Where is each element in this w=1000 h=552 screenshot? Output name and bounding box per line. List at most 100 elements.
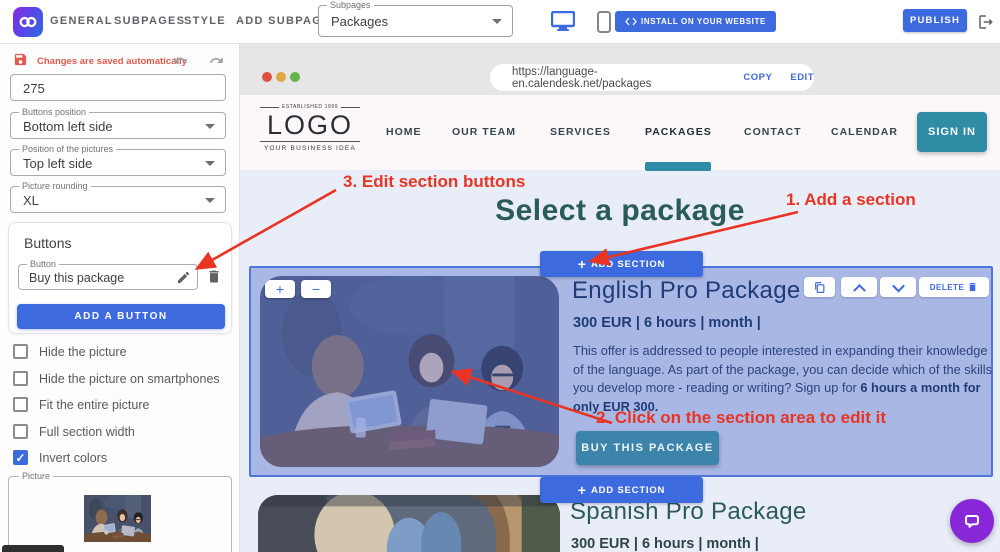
menu-style[interactable]: STYLE [184, 15, 226, 27]
undo-icon[interactable] [172, 53, 189, 73]
address-bar: https://language-en.calendesk.net/packag… [490, 64, 814, 91]
edit-url-button[interactable]: EDIT [790, 72, 814, 83]
section-settings-panel: Changes are saved automatically 275 Butt… [0, 44, 240, 552]
page-title: Select a package [495, 194, 745, 227]
sign-in-button[interactable]: SIGN IN [917, 112, 987, 152]
section-picture[interactable] [258, 495, 560, 552]
subpages-dropdown-label: Subpages [327, 0, 374, 10]
picture-fieldset-label: Picture [19, 471, 54, 481]
plus-icon: + [577, 256, 586, 272]
move-section-up-button[interactable] [841, 277, 877, 297]
website-canvas: ESTABLISHED 1999 LOGO YOUR BUSINESS IDEA… [240, 95, 1000, 552]
install-label: INSTALL ON YOUR WEBSITE [641, 17, 766, 26]
subpages-dropdown-value: Packages [331, 14, 389, 29]
site-nav-home[interactable]: HOME [386, 126, 422, 138]
picture-fieldset: Picture [8, 471, 232, 552]
buttons-position-label: Buttons position [19, 107, 90, 117]
add-section-button-top[interactable]: + ADD SECTION [540, 251, 703, 277]
publish-button[interactable]: PUBLISH [903, 9, 967, 32]
chevron-down-icon [205, 198, 215, 203]
menu-add-subpage[interactable]: ADD SUBPAGE [236, 15, 331, 27]
section-spanish-pro-package[interactable]: Spanish Pro Package 300 EUR | 6 hours | … [240, 495, 1000, 552]
section-title: English Pro Package [572, 277, 801, 304]
checkbox-icon[interactable] [13, 424, 28, 439]
menu-subpages[interactable]: SUBPAGES [114, 15, 185, 27]
site-nav-our-team[interactable]: OUR TEAM [452, 126, 516, 138]
install-on-website-button[interactable]: INSTALL ON YOUR WEBSITE [615, 11, 776, 32]
tooltip-fragment [2, 545, 64, 552]
autosave-label: Changes are saved automatically [37, 56, 187, 67]
sitting-people-photo [258, 495, 560, 552]
chevron-down-icon [492, 19, 502, 24]
chevron-up-icon [852, 283, 866, 297]
live-chat-button[interactable] [950, 499, 994, 543]
buttons-position-value: Bottom left side [23, 119, 113, 134]
exit-icon [979, 15, 993, 29]
redo-icon[interactable] [208, 53, 225, 73]
site-nav-contact[interactable]: CONTACT [744, 126, 802, 138]
move-section-down-button[interactable] [880, 277, 916, 297]
buy-this-package-button[interactable]: BUY THIS PACKAGE [576, 431, 719, 465]
delete-button-trash-icon[interactable] [206, 268, 222, 290]
picture-rounding-label: Picture rounding [19, 181, 91, 191]
site-preview-frame: https://language-en.calendesk.net/packag… [240, 44, 1000, 552]
autosave-status: Changes are saved automatically [0, 52, 240, 70]
site-nav-packages[interactable]: PACKAGES [645, 126, 712, 138]
pictures-position-label: Position of the pictures [19, 144, 117, 154]
menu-general[interactable]: GENERAL [50, 15, 113, 27]
meeting-photo [260, 276, 559, 467]
add-section-label: ADD SECTION [590, 484, 666, 496]
button-name-field[interactable]: Button Buy this package [18, 259, 198, 290]
add-section-label: ADD SECTION [590, 258, 666, 270]
active-nav-indicator [645, 162, 711, 171]
checkbox-label: Fit the entire picture [39, 398, 150, 412]
chat-bubble-icon [965, 514, 979, 528]
edit-pencil-icon[interactable] [176, 270, 191, 290]
site-nav-services[interactable]: SERVICES [550, 126, 611, 138]
section-height-input[interactable]: 275 [10, 74, 226, 101]
site-nav-calendar[interactable]: CALENDAR [831, 126, 898, 138]
picture-zoom-in-button[interactable]: + [265, 280, 295, 298]
button-field-value: Buy this package [29, 271, 125, 285]
checkbox-icon[interactable] [13, 371, 28, 386]
smartphone-icon [597, 11, 611, 33]
site-logo[interactable]: ESTABLISHED 1999 LOGO YOUR BUSINESS IDEA [260, 104, 360, 152]
picture-rounding-select[interactable]: Picture rounding XL [10, 181, 226, 213]
logout-button[interactable] [977, 13, 995, 36]
checkbox-label: Invert colors [39, 451, 108, 465]
picture-thumbnail[interactable] [84, 495, 151, 542]
picture-zoom-out-button[interactable]: − [301, 280, 331, 298]
button-field-label: Button [27, 259, 60, 269]
mobile-view-button[interactable] [597, 11, 611, 38]
save-icon [13, 52, 28, 72]
builder-toolbar: GENERAL SUBPAGES STYLE ADD SUBPAGE Subpa… [0, 0, 1000, 44]
buttons-card: Buttons Button Buy this package ADD A BU… [8, 222, 232, 334]
buttons-position-select[interactable]: Buttons position Bottom left side [10, 107, 226, 139]
copy-url-button[interactable]: COPY [743, 72, 772, 83]
delete-label: DELETE [929, 282, 965, 292]
checkbox-label: Full section width [39, 425, 135, 439]
add-a-button-button[interactable]: ADD A BUTTON [17, 304, 225, 329]
checkbox-icon[interactable] [13, 397, 28, 412]
subpages-dropdown[interactable]: Subpages Packages [318, 0, 513, 37]
browser-close-dot-icon [262, 72, 272, 82]
section-picture[interactable]: + − [260, 276, 559, 467]
section-pricing: 300 EUR | 6 hours | month | [571, 536, 759, 552]
calendesk-logo[interactable] [13, 7, 43, 37]
chevron-down-icon [891, 279, 905, 292]
site-header: ESTABLISHED 1999 LOGO YOUR BUSINESS IDEA… [240, 95, 1000, 171]
delete-section-button[interactable]: DELETE [919, 277, 989, 297]
checkbox-label: Hide the picture [39, 345, 127, 359]
duplicate-section-button[interactable] [804, 277, 835, 297]
monitor-icon [550, 10, 576, 31]
pictures-position-select[interactable]: Position of the pictures Top left side [10, 144, 226, 176]
checkbox-checked-icon[interactable]: ✓ [13, 450, 28, 465]
browser-maximize-dot-icon [290, 72, 300, 82]
desktop-view-button[interactable] [550, 10, 576, 36]
section-english-pro-package[interactable]: + − English Pro Package DELETE 300 EUR |… [249, 266, 993, 477]
logo-tagline: YOUR BUSINESS IDEA [260, 141, 360, 152]
checkbox-icon[interactable] [13, 344, 28, 359]
add-section-button-bottom[interactable]: + ADD SECTION [540, 477, 703, 503]
chevron-down-icon [205, 161, 215, 166]
site-url: https://language-en.calendesk.net/packag… [512, 65, 652, 90]
